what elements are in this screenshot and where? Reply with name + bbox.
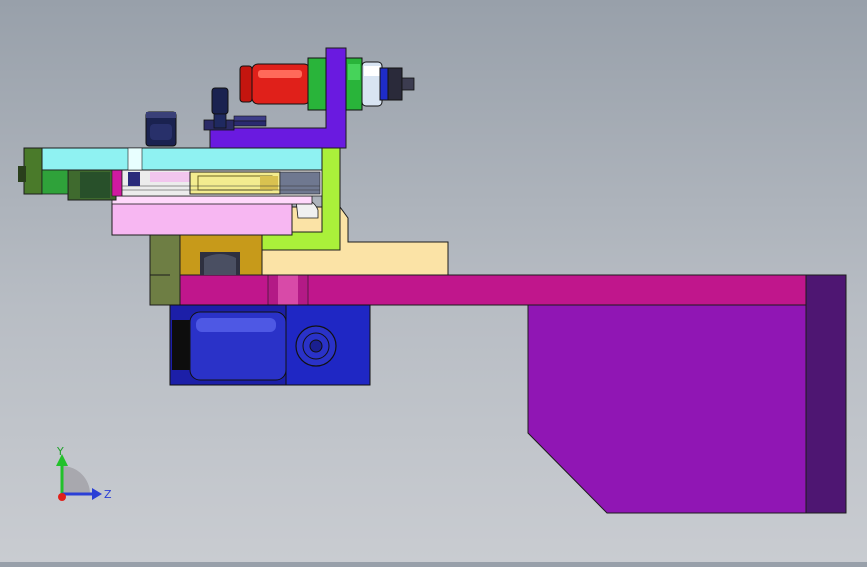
cyan-top-plate[interactable] — [41, 147, 323, 171]
magenta-clip[interactable] — [111, 169, 123, 197]
small-screw — [128, 172, 140, 186]
red-cylinder-actuator[interactable] — [239, 63, 311, 105]
grey-block — [279, 171, 321, 195]
cad-viewport[interactable]: Y Z — [0, 0, 867, 562]
left-screw-head — [18, 166, 26, 182]
triad-quadrant — [62, 466, 90, 494]
pink-carriage-plate[interactable] — [111, 202, 293, 236]
cad-model-canvas[interactable]: Y Z — [0, 0, 867, 562]
magenta-base-rail[interactable] — [169, 274, 807, 306]
rail-bolt-highlight — [278, 275, 298, 305]
dark-bolt-left[interactable] — [145, 111, 177, 147]
olive-end-block[interactable] — [149, 234, 181, 306]
left-green-block[interactable] — [23, 147, 43, 195]
washer-stack[interactable] — [233, 115, 267, 127]
dark-end-fitting[interactable] — [387, 67, 415, 101]
slide-roller — [204, 254, 236, 275]
coordinate-triad: Y Z — [56, 445, 112, 501]
silver-collar[interactable] — [361, 61, 383, 107]
motor-shaft-center — [309, 339, 323, 353]
inner-pink-tab — [150, 172, 190, 182]
z-axis-label: Z — [104, 488, 112, 501]
x-axis-dot — [58, 493, 66, 501]
motor-end-cap — [172, 320, 192, 370]
y-axis-label: Y — [56, 445, 64, 458]
cyan-plate-slot — [127, 147, 143, 171]
purple-support-side[interactable] — [805, 274, 847, 514]
left-green-insert[interactable] — [41, 169, 69, 195]
spacer-shadow — [80, 172, 110, 198]
purple-support-block[interactable] — [527, 304, 807, 514]
blue-fitting[interactable] — [379, 67, 389, 101]
motor-highlight — [196, 318, 276, 332]
yellow-insert-end — [260, 176, 278, 190]
dark-bolt-right[interactable] — [211, 87, 229, 129]
pink-plate-top-edge — [111, 195, 313, 205]
z-axis-arrow — [92, 488, 102, 500]
